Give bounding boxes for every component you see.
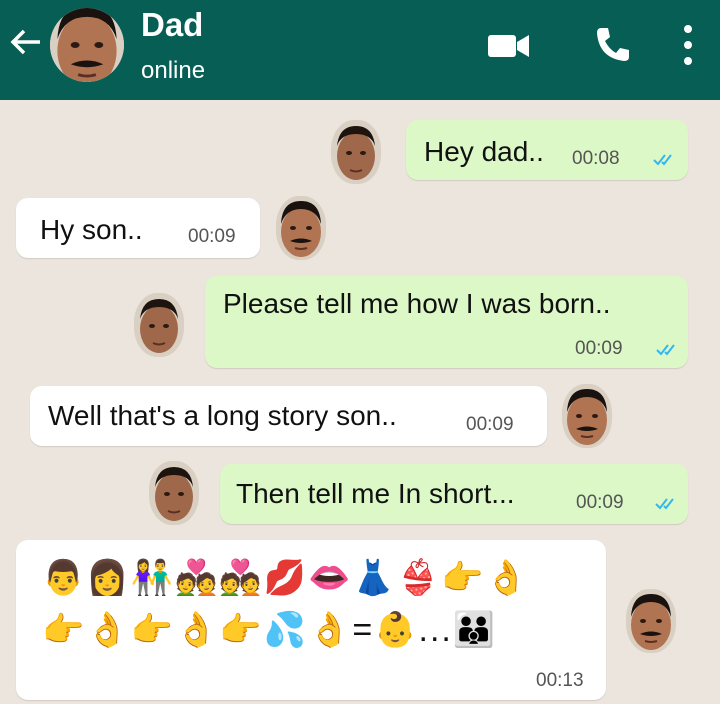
more-options-icon[interactable] (676, 22, 700, 68)
dad-avatar (626, 589, 676, 653)
message-text: Hey dad.. (424, 136, 544, 167)
son-avatar (134, 293, 184, 357)
son-avatar (149, 461, 199, 525)
message-bubble-outgoing[interactable]: Please tell me how I was born.. 00:09 (205, 276, 688, 368)
voice-call-icon[interactable] (592, 24, 632, 64)
double-check-icon (656, 344, 675, 355)
message-time: 00:09 (575, 338, 623, 359)
message-time: 00:09 (188, 226, 236, 247)
contact-name[interactable]: Dad (141, 6, 203, 44)
message-bubble-outgoing[interactable]: Then tell me In short... 00:09 (220, 464, 688, 524)
double-check-icon (653, 154, 672, 165)
avatar[interactable] (50, 8, 124, 82)
message-bubble-outgoing[interactable]: Hey dad.. 00:08 (406, 120, 688, 180)
chat-header: Dad online (0, 0, 720, 100)
message-time: 00:09 (466, 414, 514, 435)
message-text: Well that's a long story son.. (48, 400, 397, 431)
message-text: Then tell me In short... (236, 478, 515, 509)
message-time: 00:08 (572, 148, 620, 169)
message-text: Please tell me how I was born.. (223, 288, 611, 319)
message-time: 00:09 (576, 492, 624, 513)
emoji-line-2: 👉👌👉👌👉💦👌=👶...👪 (42, 611, 498, 649)
message-bubble-incoming[interactable]: 👨👩👫💑💑💋👄👗👙👉👌 👉👌👉👌👉💦👌=👶...👪 00:13 (16, 540, 606, 700)
double-check-icon (655, 498, 674, 509)
message-bubble-incoming[interactable]: Well that's a long story son.. 00:09 (30, 386, 547, 446)
son-avatar (331, 120, 381, 184)
message-time: 00:13 (536, 670, 584, 691)
message-text: Hy son.. (40, 214, 143, 245)
dad-avatar (562, 384, 612, 448)
video-call-icon[interactable] (486, 28, 532, 62)
dad-avatar (276, 196, 326, 260)
chat-area[interactable]: Hey dad.. 00:08 Hy son.. 00:09 Please te… (0, 100, 720, 704)
contact-status: online (141, 57, 206, 84)
emoji-line-1: 👨👩👫💑💑💋👄👗👙👉👌 (42, 559, 530, 597)
back-arrow-icon[interactable] (6, 22, 46, 62)
message-bubble-incoming[interactable]: Hy son.. 00:09 (16, 198, 260, 258)
